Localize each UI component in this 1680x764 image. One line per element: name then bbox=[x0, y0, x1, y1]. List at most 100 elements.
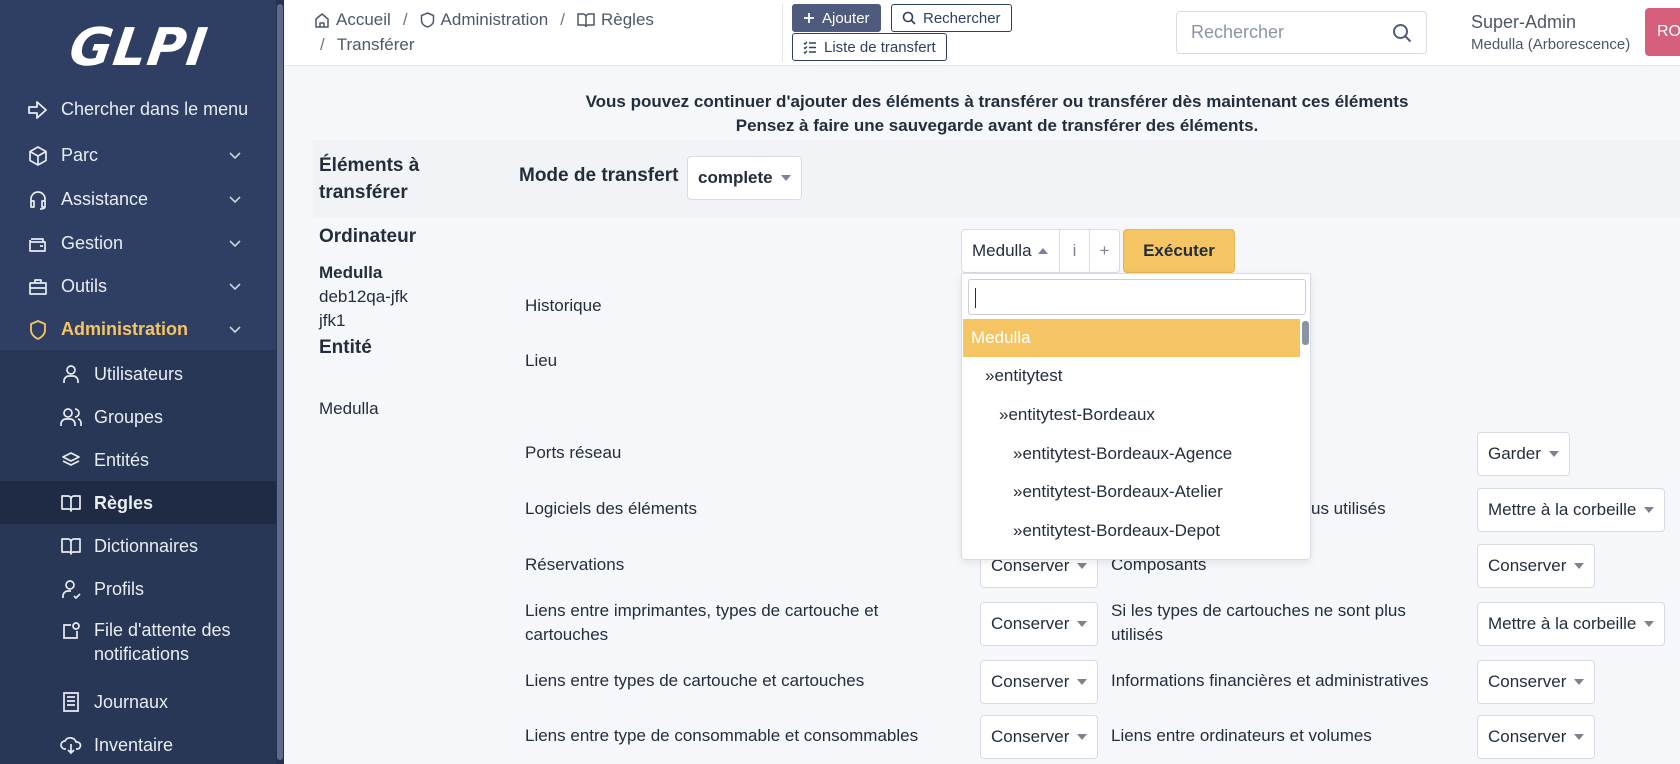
row-volumes-label: Liens entre ordinateurs et volumes bbox=[1111, 726, 1372, 745]
chevron-down-icon bbox=[228, 195, 242, 204]
global-search-input[interactable]: Rechercher bbox=[1176, 11, 1427, 54]
sidebar: GLPI Chercher dans le menu Parc Assistan… bbox=[0, 0, 284, 764]
transfer-mode-select[interactable]: complete bbox=[687, 156, 802, 200]
row-logiciels-label: Logiciels des éléments bbox=[525, 499, 697, 518]
users-icon bbox=[60, 406, 82, 428]
breadcrumb-administration[interactable]: Administration bbox=[441, 10, 549, 30]
dropdown-option[interactable]: »entitytest-Bordeaux bbox=[963, 396, 1300, 434]
elements-title: Éléments à transférer bbox=[319, 155, 420, 203]
breadcrumb-accueil[interactable]: Accueil bbox=[336, 10, 391, 30]
shield-icon bbox=[420, 12, 435, 28]
sidebar-item-inventaire[interactable]: Inventaire bbox=[0, 723, 276, 764]
cube-icon bbox=[27, 145, 49, 167]
list-check-icon bbox=[803, 41, 817, 54]
execute-button[interactable]: Exécuter bbox=[1123, 229, 1235, 273]
plus-icon bbox=[803, 12, 815, 24]
row-finance-label: Informations financières et administrati… bbox=[1111, 671, 1429, 690]
user-check-icon bbox=[60, 578, 82, 600]
computer-title: Ordinateur bbox=[319, 226, 417, 247]
info-icon[interactable]: i bbox=[1060, 229, 1090, 273]
sidebar-scrollbar[interactable] bbox=[276, 0, 284, 764]
sidebar-item-groupes[interactable]: Groupes bbox=[0, 395, 276, 438]
transfer-mode-label: Mode de transfert bbox=[519, 165, 679, 186]
user-icon bbox=[60, 363, 82, 385]
sidebar-item-assistance[interactable]: Assistance bbox=[0, 178, 276, 221]
sidebar-item-administration[interactable]: Administration bbox=[0, 308, 276, 351]
add-entity-icon[interactable]: + bbox=[1090, 229, 1120, 273]
sidebar-item-journaux[interactable]: Journaux bbox=[0, 680, 276, 723]
row-cartouches-unused-label: Si les types de cartouches ne sont plus … bbox=[1111, 601, 1406, 644]
row-lieu-label: Lieu bbox=[525, 351, 558, 370]
row-consommables-label: Liens entre type de consommable et conso… bbox=[525, 726, 919, 745]
sidebar-item-gestion[interactable]: Gestion bbox=[0, 222, 276, 265]
row-ports-label: Ports réseau bbox=[525, 443, 622, 462]
volumes-select[interactable]: Conserver bbox=[1477, 715, 1596, 759]
breadcrumb-transferer[interactable]: Transférer bbox=[337, 35, 415, 55]
row-historique-label: Historique bbox=[525, 296, 602, 315]
breadcrumb-line2: / Transférer bbox=[320, 35, 415, 55]
dropdown-option[interactable]: Medulla bbox=[963, 319, 1300, 357]
headset-icon bbox=[27, 189, 49, 211]
dropdown-option[interactable]: »entitytest-Bordeaux-Atelier bbox=[963, 473, 1300, 511]
consommables-select[interactable]: Conserver bbox=[980, 715, 1099, 759]
chevron-down-icon bbox=[228, 151, 242, 160]
cloud-download-icon bbox=[60, 734, 82, 756]
book-icon bbox=[60, 492, 82, 514]
dropdown-scrollbar[interactable] bbox=[1301, 321, 1310, 557]
chevron-down-icon bbox=[228, 282, 242, 291]
computer-id-1: deb12qa-jfk bbox=[319, 287, 408, 306]
transfer-list-button[interactable]: Liste de transfert bbox=[792, 33, 947, 61]
ports-keep-select[interactable]: Garder bbox=[1477, 432, 1570, 476]
row-reservations-label: Réservations bbox=[525, 555, 625, 574]
types-cartouche-select[interactable]: Conserver bbox=[980, 660, 1099, 704]
entity-value: Medulla bbox=[319, 399, 379, 418]
dropdown-option[interactable]: »entitytest-Bordeaux-Agence bbox=[963, 435, 1300, 473]
imprimantes-select[interactable]: Conserver bbox=[980, 602, 1099, 646]
chevron-down-icon bbox=[228, 239, 242, 248]
sidebar-item-outils[interactable]: Outils bbox=[0, 265, 276, 308]
entity-title: Entité bbox=[319, 337, 372, 358]
row-types-cartouche-label: Liens entre types de cartouche et cartou… bbox=[525, 671, 865, 690]
sidebar-item-regles[interactable]: Règles bbox=[0, 481, 276, 524]
dropdown-option[interactable]: »entitytest bbox=[963, 357, 1300, 395]
notification-icon bbox=[60, 620, 82, 642]
layers-icon bbox=[60, 449, 82, 471]
entity-select[interactable]: Medulla bbox=[961, 229, 1060, 273]
sidebar-item-notifications-queue[interactable]: File d'attente des notifications bbox=[0, 614, 276, 672]
wallet-icon bbox=[27, 233, 49, 255]
caret-up-icon bbox=[1037, 248, 1048, 254]
arrow-right-icon bbox=[27, 99, 49, 121]
add-button[interactable]: Ajouter bbox=[792, 4, 881, 32]
search-button[interactable]: Rechercher bbox=[891, 4, 1012, 32]
book-icon bbox=[577, 12, 595, 28]
row-imprimantes-label: Liens entre imprimantes, types de cartou… bbox=[525, 601, 879, 644]
cartouches-unused-select[interactable]: Mettre à la corbeille bbox=[1477, 602, 1666, 646]
search-icon[interactable] bbox=[1392, 23, 1412, 43]
book-icon bbox=[60, 535, 82, 557]
computer-id-2: jfk1 bbox=[319, 311, 346, 330]
breadcrumb-regles[interactable]: Règles bbox=[601, 10, 654, 30]
briefcase-icon bbox=[27, 276, 49, 298]
entity-dropdown: Medulla »entitytest »entitytest-Bordeaux… bbox=[961, 273, 1311, 560]
search-icon bbox=[902, 11, 916, 25]
dropdown-search-input[interactable] bbox=[968, 279, 1306, 315]
logiciels-trash-select[interactable]: Mettre à la corbeille bbox=[1477, 488, 1666, 532]
sidebar-item-entites[interactable]: Entités bbox=[0, 438, 276, 481]
home-icon bbox=[314, 12, 330, 28]
sidebar-item-utilisateurs[interactable]: Utilisateurs bbox=[0, 352, 276, 395]
sidebar-item-parc[interactable]: Parc bbox=[0, 134, 276, 177]
sidebar-item-profils[interactable]: Profils bbox=[0, 567, 276, 610]
finance-select[interactable]: Conserver bbox=[1477, 660, 1596, 704]
composants-select[interactable]: Conserver bbox=[1477, 544, 1596, 588]
user-menu[interactable]: Super-Admin Medulla (Arborescence) bbox=[1471, 12, 1630, 53]
transfer-notice: Vous pouvez continuer d'ajouter des élém… bbox=[585, 92, 1409, 135]
avatar[interactable]: RO bbox=[1645, 8, 1680, 56]
breadcrumb: Accueil / Administration / Règles bbox=[314, 10, 654, 30]
dropdown-option[interactable]: »entitytest-Bordeaux-Depot bbox=[963, 512, 1300, 550]
sidebar-item-dictionnaires[interactable]: Dictionnaires bbox=[0, 524, 276, 567]
sidebar-search-menu[interactable]: Chercher dans le menu bbox=[0, 88, 276, 131]
glpi-logo[interactable]: GLPI bbox=[66, 18, 212, 78]
log-icon bbox=[60, 691, 82, 713]
chevron-down-icon bbox=[228, 325, 242, 334]
shield-icon bbox=[27, 319, 49, 341]
